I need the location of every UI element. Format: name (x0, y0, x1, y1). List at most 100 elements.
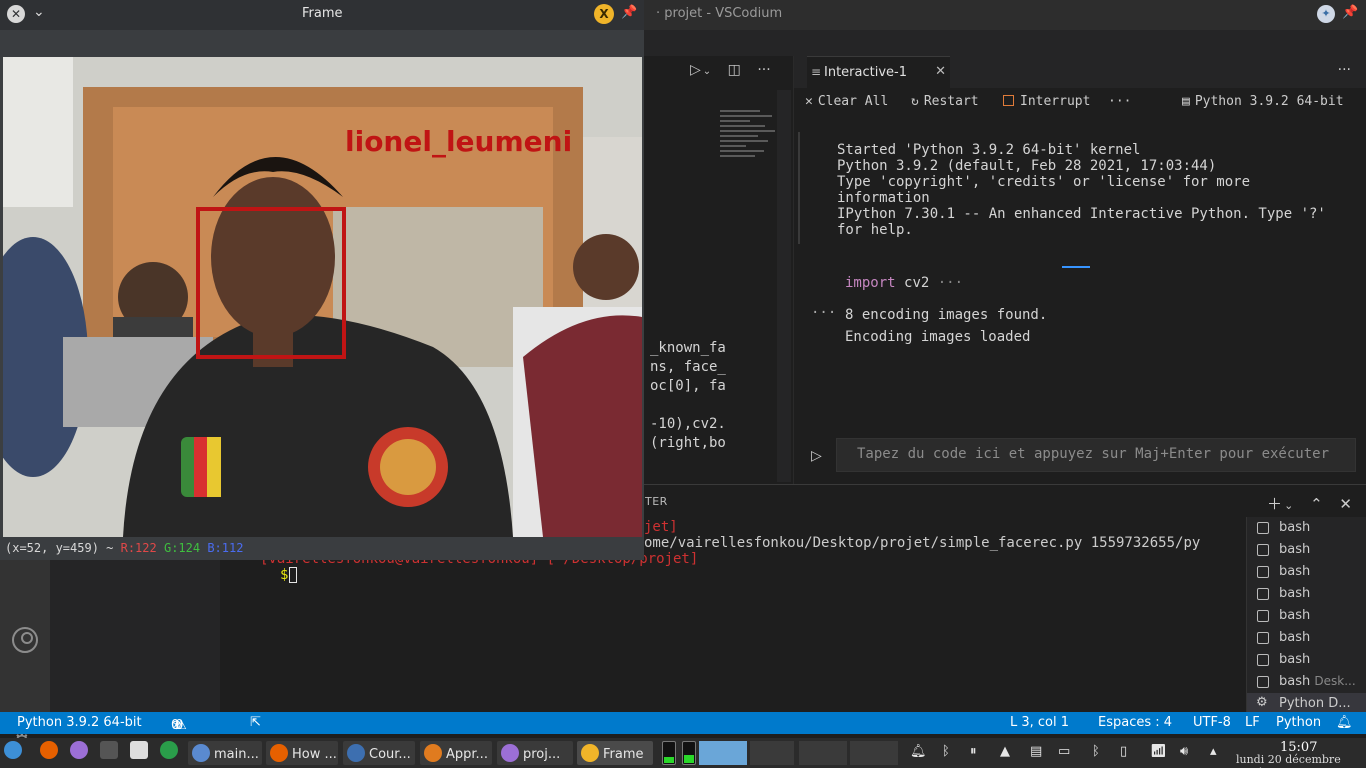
status-position[interactable]: L 3, col 1 (1010, 715, 1069, 730)
notifications-bell-icon[interactable]: 🔔︎ (1336, 715, 1353, 730)
code-cell[interactable]: import cv2 ··· (845, 275, 963, 291)
chrome-launcher-icon[interactable] (160, 741, 182, 765)
frame-titlebar[interactable]: ✕ ⌄ Frame X 📌 (0, 0, 644, 30)
chevron-down-icon[interactable]: ⌄ (1284, 499, 1293, 512)
terminal-list-item[interactable]: bash (1247, 583, 1366, 605)
cpu-monitor (662, 741, 676, 765)
terminal-icon (1257, 676, 1269, 688)
cell-collapsed-indicator[interactable]: ··· (938, 275, 963, 291)
usb-icon[interactable]: ▯ (1120, 744, 1127, 768)
clipboard-icon[interactable]: ▤ (1030, 744, 1042, 768)
bluetooth-icon[interactable]: ᛒ (1092, 744, 1100, 768)
live-share-icon[interactable]: ⇱ (250, 715, 261, 730)
chevron-down-icon[interactable]: ⌄ (33, 4, 45, 20)
app-icon: ✦ (1317, 5, 1335, 23)
accounts-icon[interactable] (12, 627, 38, 653)
minimap[interactable] (720, 110, 780, 170)
output-line: 8 encoding images found. (845, 307, 1048, 323)
close-panel-icon[interactable]: ✕ (1339, 495, 1352, 513)
interactive-toolbar: ✕ Clear All ↻ Restart Interrupt ··· ▤ Pytho… (794, 88, 1366, 116)
restart-button[interactable]: ↻ Restart (911, 94, 979, 109)
terminal-icon (1257, 544, 1269, 556)
terminal-list-item[interactable]: bash (1247, 605, 1366, 627)
status-eol[interactable]: LF (1245, 715, 1260, 730)
interrupt-button[interactable]: Interrupt (1003, 94, 1090, 109)
firefox-icon (270, 744, 288, 762)
status-interpreter[interactable]: Python 3.9.2 64-bit (17, 715, 142, 730)
cell-module: cv2 (904, 275, 930, 291)
stop-icon (1003, 95, 1014, 106)
run-dropdown-icon[interactable]: ⌄ (703, 66, 711, 77)
pin-icon[interactable]: 📌 (621, 5, 637, 20)
terminal-list-item[interactable]: bash (1247, 539, 1366, 561)
taskbar: main... How ... Cour... Appr... proj... … (0, 738, 1366, 768)
close-icon[interactable]: ✕ (935, 64, 946, 79)
run-icon[interactable]: ▷ (690, 62, 701, 78)
kernel-picker[interactable]: ▤ Python 3.9.2 64-bit (1182, 94, 1344, 109)
kernel-startup-output: Started 'Python 3.9.2 64-bit' kernel Pyt… (837, 142, 1326, 238)
vlc-tray-icon[interactable]: ▲ (1000, 744, 1010, 768)
code-line[interactable]: _known_fa (650, 340, 726, 356)
taskbar-item-firefox[interactable]: How ... (266, 741, 338, 765)
media-pause-icon[interactable]: ⏸ (970, 744, 977, 768)
firefox-launcher-icon[interactable] (40, 741, 62, 765)
status-indentation[interactable]: Espaces : 4 (1098, 715, 1172, 730)
status-encoding[interactable]: UTF-8 (1193, 715, 1231, 730)
terminal-icon (1257, 632, 1269, 644)
tray-expand-icon[interactable]: ▴ (1210, 744, 1217, 768)
clear-all-button[interactable]: ✕ Clear All (805, 94, 888, 109)
bluetooth-applet-icon[interactable]: ᛒ (942, 744, 950, 768)
wifi-icon[interactable]: 📶︎ (1150, 744, 1167, 768)
taskbar-item-vscodium[interactable]: main... (188, 741, 262, 765)
taskbar-item-course[interactable]: Cour... (343, 741, 415, 765)
code-line[interactable]: oc[0], fa (650, 378, 726, 394)
workspace-4[interactable] (850, 741, 898, 765)
code-line[interactable]: (right,bo (650, 435, 726, 451)
status-problems[interactable]: ⊗ 0 ⚠ 0 (171, 715, 187, 733)
terminal-list-item[interactable]: bash (1247, 561, 1366, 583)
editor-scrollbar[interactable] (777, 90, 791, 482)
more-actions-icon[interactable]: ··· (757, 62, 770, 78)
terminal-cursor[interactable] (289, 567, 297, 583)
camera-image[interactable]: lionel_leumeni (3, 57, 642, 537)
notification-icon[interactable]: 🔔︎ (910, 744, 927, 768)
new-terminal-icon[interactable]: ＋ (1267, 495, 1282, 513)
status-language[interactable]: Python (1276, 715, 1321, 730)
window-title: · projet - VSCodium (656, 6, 783, 21)
code-line[interactable]: ns, face_ (650, 359, 726, 375)
more-actions-icon[interactable]: ··· (1338, 62, 1351, 78)
terminal-list-item[interactable]: bash (1247, 649, 1366, 671)
notes-launcher-icon[interactable] (70, 741, 92, 765)
restart-icon: ↻ (911, 94, 919, 109)
memory-monitor (682, 741, 696, 765)
cell-separator (1062, 266, 1090, 268)
files-launcher-icon[interactable] (130, 741, 152, 765)
pin-icon[interactable]: 📌 (1342, 5, 1358, 20)
run-icon[interactable]: ▷ (811, 448, 822, 464)
code-input[interactable]: Tapez du code ici et appuyez sur Maj+Ent… (836, 438, 1356, 472)
taskbar-item-vlc[interactable]: Appr... (420, 741, 492, 765)
taskbar-item-files[interactable]: proj... (497, 741, 573, 765)
tab-interactive-1[interactable]: ≡ Interactive-1 ✕ (807, 56, 950, 88)
volume-icon[interactable]: 🔊︎ (1180, 744, 1188, 768)
workspace-1[interactable] (699, 741, 747, 765)
split-editor-icon[interactable]: ◫ (728, 62, 741, 78)
close-icon[interactable]: ✕ (7, 5, 25, 23)
terminal-list-item[interactable]: bash (1247, 627, 1366, 649)
clock-date[interactable]: lundi 20 décembre 2021 (1236, 753, 1366, 768)
terminal-list-item[interactable]: bash Desk... (1247, 671, 1366, 693)
more-actions-button[interactable]: ··· (1108, 94, 1131, 109)
interactive-tabbar: ≡ Interactive-1 ✕ ··· (794, 56, 1366, 88)
code-line[interactable]: -10),cv2. (650, 416, 726, 432)
workspace-3[interactable] (799, 741, 847, 765)
x-app-icon (581, 744, 599, 762)
terminal-list-item[interactable]: bash (1247, 517, 1366, 539)
terminal-launcher-icon[interactable] (100, 741, 122, 765)
terminal-tab[interactable]: TER (645, 495, 668, 508)
workspace-2[interactable] (750, 741, 794, 765)
output-actions-icon[interactable]: ··· (811, 305, 836, 321)
taskbar-item-frame[interactable]: Frame (577, 741, 653, 765)
battery-icon[interactable]: ▭ (1058, 744, 1070, 768)
app-menu-icon[interactable] (4, 741, 26, 765)
maximize-panel-icon[interactable]: ⌃ (1310, 495, 1323, 513)
